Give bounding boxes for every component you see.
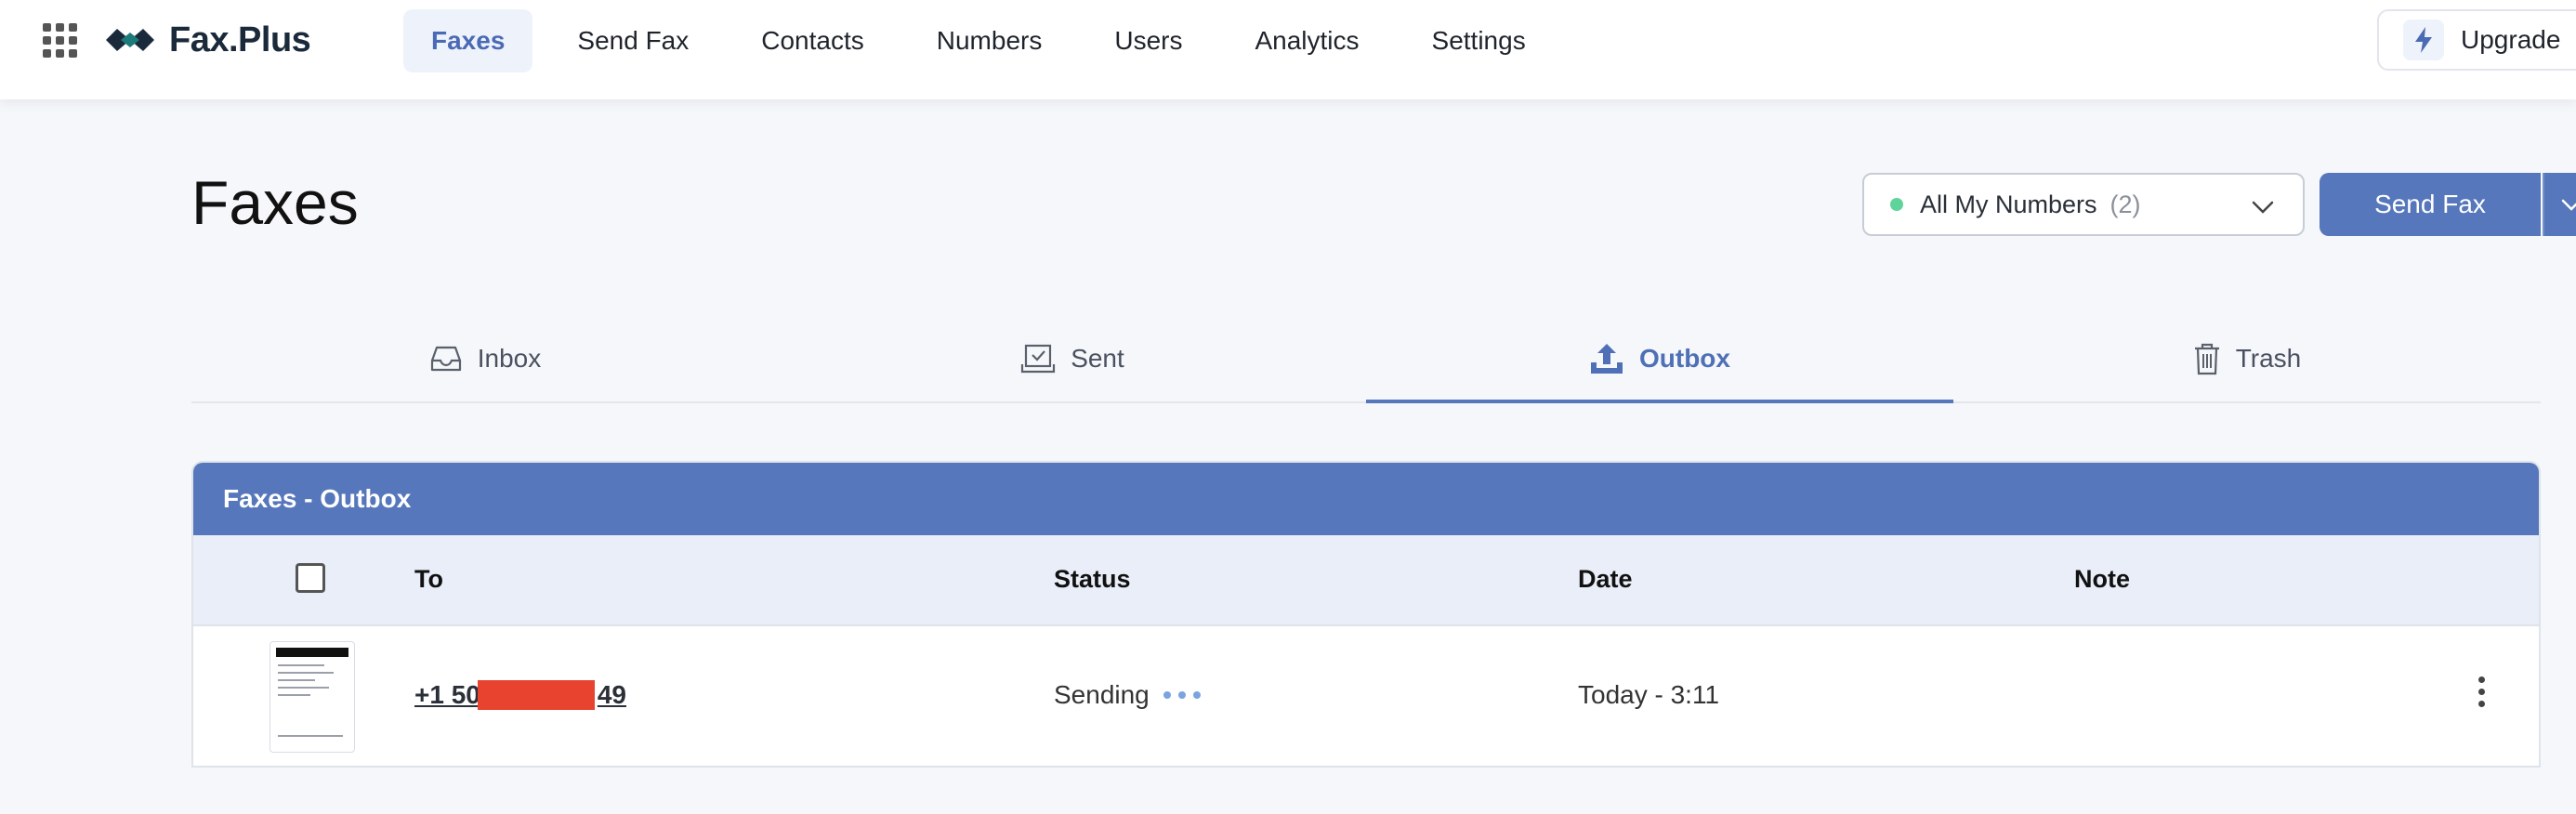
status-dot bbox=[1890, 198, 1903, 211]
tab-sent[interactable]: Sent bbox=[779, 316, 1366, 401]
apps-grid-icon[interactable] bbox=[43, 23, 78, 59]
upgrade-button[interactable]: Upgrade bbox=[2377, 9, 2576, 71]
table-row[interactable]: +1 50 49 Sending Today - 3:11 bbox=[193, 626, 2539, 766]
more-options-icon[interactable] bbox=[2470, 676, 2492, 714]
nav-faxes[interactable]: Faxes bbox=[403, 9, 533, 72]
chevron-down-icon bbox=[2252, 201, 2274, 214]
tab-inbox[interactable]: Inbox bbox=[191, 316, 779, 401]
fax-thumbnail[interactable] bbox=[269, 641, 355, 753]
nav-numbers[interactable]: Numbers bbox=[909, 9, 1071, 72]
fax-date: Today - 3:11 bbox=[1578, 680, 1720, 709]
recipient-number-start: +1 50 bbox=[414, 680, 480, 709]
nav-contacts[interactable]: Contacts bbox=[733, 9, 892, 72]
nav-users[interactable]: Users bbox=[1086, 9, 1210, 72]
send-fax-button[interactable]: Send Fax bbox=[2320, 173, 2541, 236]
nav-settings[interactable]: Settings bbox=[1404, 9, 1554, 72]
fax-status: Sending bbox=[1054, 680, 1150, 709]
column-to: To bbox=[414, 565, 443, 593]
trash-icon bbox=[2194, 343, 2219, 375]
column-status: Status bbox=[1054, 565, 1131, 593]
lightning-icon bbox=[2403, 20, 2444, 60]
folder-tabs: Inbox Sent Outbox Trash bbox=[191, 316, 2541, 403]
tab-outbox[interactable]: Outbox bbox=[1366, 316, 1953, 403]
tab-label: Sent bbox=[1071, 344, 1124, 373]
recipient-number-end: 49 bbox=[597, 680, 627, 709]
table-title: Faxes - Outbox bbox=[193, 463, 2539, 535]
upgrade-label: Upgrade bbox=[2461, 25, 2561, 54]
sent-icon bbox=[1021, 344, 1056, 374]
main-nav: Faxes Send Fax Contacts Numbers Users An… bbox=[403, 9, 1571, 72]
tab-label: Trash bbox=[2235, 344, 2302, 373]
tab-trash[interactable]: Trash bbox=[1953, 316, 2541, 401]
numbers-select-count: (2) bbox=[2109, 190, 2141, 218]
upload-icon bbox=[1591, 344, 1623, 374]
chevron-down-icon bbox=[2561, 199, 2576, 211]
app-logo[interactable]: Fax.Plus bbox=[104, 17, 311, 63]
nav-analytics[interactable]: Analytics bbox=[1227, 9, 1387, 72]
top-navigation-bar: Fax.Plus Faxes Send Fax Contacts Numbers… bbox=[0, 0, 2576, 99]
send-fax-dropdown-button[interactable] bbox=[2543, 173, 2576, 236]
fax-plus-logo-icon bbox=[106, 29, 154, 51]
tab-label: Outbox bbox=[1639, 344, 1730, 373]
column-note: Note bbox=[2074, 565, 2130, 593]
nav-send-fax[interactable]: Send Fax bbox=[549, 9, 716, 72]
numbers-select[interactable]: All My Numbers (2) bbox=[1862, 173, 2305, 236]
inbox-icon bbox=[430, 346, 461, 372]
column-date: Date bbox=[1578, 565, 1633, 593]
numbers-select-label: All My Numbers bbox=[1920, 190, 2097, 218]
page-title: Faxes bbox=[191, 168, 359, 237]
redaction-mark bbox=[478, 680, 595, 710]
table-header-row: To Status Date Note bbox=[193, 535, 2539, 626]
tab-label: Inbox bbox=[477, 344, 542, 373]
sending-progress-icon bbox=[1163, 691, 1208, 699]
faxes-table: Faxes - Outbox To Status Date Note +1 50… bbox=[191, 461, 2541, 768]
app-name: Fax.Plus bbox=[169, 20, 311, 59]
select-all-checkbox[interactable] bbox=[296, 563, 325, 593]
